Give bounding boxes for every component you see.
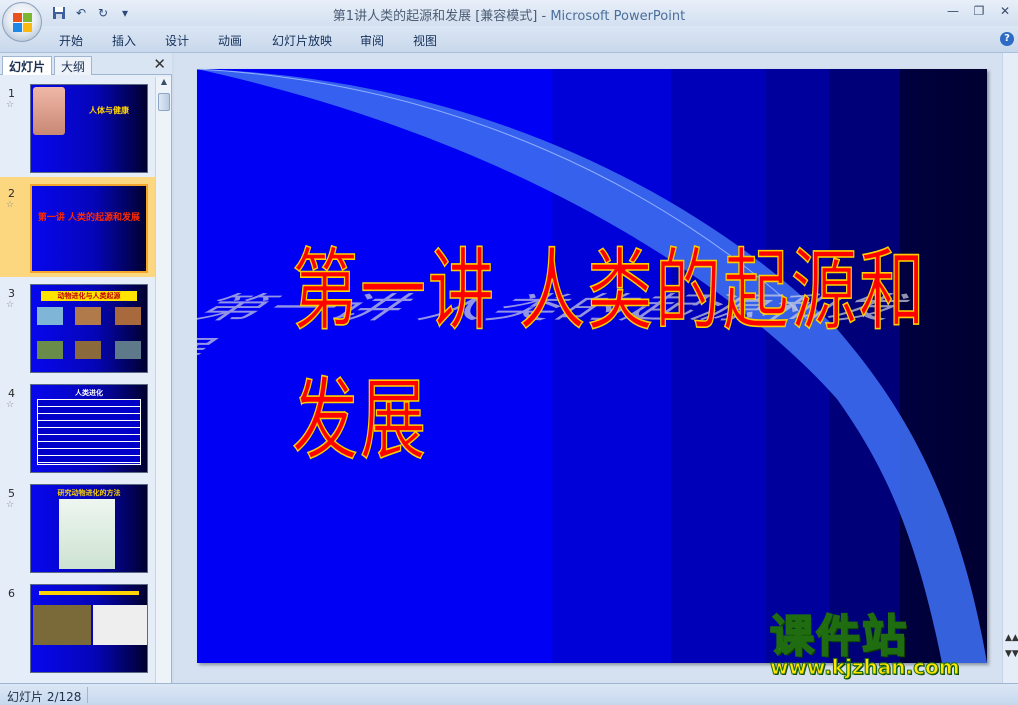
thumb-table <box>37 399 141 465</box>
animation-star-icon: ☆ <box>6 500 15 510</box>
title-separator: - <box>537 9 551 24</box>
close-window-icon[interactable]: ✕ <box>992 0 1018 22</box>
thumb-heading-bar <box>39 591 139 595</box>
panel-tabs: 幻灯片 大纲 ✕ <box>0 53 172 75</box>
tab-view[interactable]: 视图 <box>413 32 437 49</box>
thumb-image <box>33 605 91 645</box>
slide-thumbnail-list: 1 ☆ 人体与健康 2 ☆ 第一讲 人类的起源和发展 3 ☆ 动物进化与人类起源 <box>0 77 155 683</box>
title-bar: ↶ ↻ ▾ 第1讲人类的起源和发展 [兼容模式] - Microsoft Pow… <box>0 0 1018 26</box>
office-logo-icon <box>13 13 33 33</box>
window-controls: — ❐ ✕ <box>940 0 1018 22</box>
thumb-image <box>115 341 141 359</box>
slide-title[interactable]: 第一讲 人类的起源和发展 <box>291 219 987 478</box>
minimize-icon[interactable]: — <box>940 0 966 22</box>
help-icon[interactable]: ? <box>1000 32 1014 46</box>
slide-thumbnail-3[interactable]: 3 ☆ 动物进化与人类起源 <box>0 277 155 377</box>
watermark-url: www.kjzhan.com <box>770 655 961 680</box>
slide-thumbnail-6[interactable]: 6 <box>0 577 155 677</box>
restore-icon[interactable]: ❐ <box>966 0 992 22</box>
document-title: 第1讲人类的起源和发展 [兼容模式] <box>332 9 538 24</box>
status-bar: 幻灯片 2/128 <box>0 683 1018 705</box>
previous-slide-icon[interactable]: ▲▲ <box>1005 633 1018 643</box>
tab-slides[interactable]: 幻灯片 <box>2 56 53 75</box>
slide-preview: 研究动物进化的方法 <box>30 484 148 573</box>
tab-slide-show[interactable]: 幻灯片放映 <box>272 32 332 49</box>
slide-preview: 动物进化与人类起源 <box>30 284 148 373</box>
slide-thumbnail-5[interactable]: 5 ☆ 研究动物进化的方法 <box>0 477 155 577</box>
evolution-tree-image <box>59 499 115 569</box>
thumb-image <box>37 341 63 359</box>
slides-panel: 幻灯片 大纲 ✕ 1 ☆ 人体与健康 2 ☆ 第一讲 人类的起源和发展 3 ☆ … <box>0 53 172 683</box>
animation-star-icon: ☆ <box>6 200 15 210</box>
slide-preview: 第一讲 人类的起源和发展 <box>30 184 148 273</box>
tab-design[interactable]: 设计 <box>165 32 189 49</box>
tab-review[interactable]: 审阅 <box>360 32 384 49</box>
tab-animations[interactable]: 动画 <box>218 32 242 49</box>
thumb-image <box>93 605 147 645</box>
slide-number: 6 <box>8 587 15 600</box>
slide-preview: 人体与健康 <box>30 84 148 173</box>
thumb-image <box>115 307 141 325</box>
slide-number: 3 <box>8 287 15 300</box>
slide-number: 4 <box>8 387 15 400</box>
office-button[interactable] <box>2 2 42 42</box>
slide-thumbnail-2[interactable]: 2 ☆ 第一讲 人类的起源和发展 <box>0 177 155 277</box>
slide-thumb-title: 第一讲 人类的起源和发展 <box>37 213 141 223</box>
tab-insert[interactable]: 插入 <box>112 32 136 49</box>
slide-number: 2 <box>8 187 15 200</box>
animation-star-icon: ☆ <box>6 100 15 110</box>
slide-number: 1 <box>8 87 15 100</box>
ribbon-tab-bar: 开始 插入 设计 动画 幻灯片放映 审阅 视图 ? <box>0 26 1018 53</box>
thumbnail-scrollbar[interactable]: ▲ <box>155 77 171 683</box>
scrollbar-thumb[interactable] <box>158 93 170 111</box>
tab-outline[interactable]: 大纲 <box>54 56 93 75</box>
next-slide-icon[interactable]: ▼▼ <box>1005 649 1018 659</box>
slide-thumb-title: 人类进化 <box>75 389 103 397</box>
editor-scrollbar[interactable]: ▲▲ ▼▼ <box>1002 53 1018 683</box>
slide-number: 5 <box>8 487 15 500</box>
slide-editor: 第一讲 人类的起源和发展 第一讲 人类的起源和发展 <box>174 53 1018 683</box>
animation-star-icon: ☆ <box>6 400 15 410</box>
slide-position: 幻灯片 2/128 <box>7 690 82 704</box>
scroll-up-icon[interactable]: ▲ <box>156 77 172 91</box>
slide-thumb-title: 动物进化与人类起源 <box>41 291 137 301</box>
slide-preview: 人类进化 <box>30 384 148 473</box>
slide-thumbnail-1[interactable]: 1 ☆ 人体与健康 <box>0 77 155 177</box>
thumb-image <box>75 307 101 325</box>
slide-thumb-title: 人体与健康 <box>89 106 129 115</box>
thumb-image <box>37 307 63 325</box>
tab-home[interactable]: 开始 <box>59 32 83 49</box>
close-icon[interactable]: ✕ <box>153 55 166 73</box>
slide-thumb-title: 研究动物进化的方法 <box>57 489 121 497</box>
slide-thumbnail-4[interactable]: 4 ☆ 人类进化 <box>0 377 155 477</box>
thumb-image <box>75 341 101 359</box>
app-name: Microsoft PowerPoint <box>550 9 686 24</box>
window-title: 第1讲人类的起源和发展 [兼容模式] - Microsoft PowerPoin… <box>0 5 1018 24</box>
status-divider <box>87 687 88 703</box>
slide-preview <box>30 584 148 673</box>
current-slide[interactable]: 第一讲 人类的起源和发展 第一讲 人类的起源和发展 <box>197 69 987 663</box>
animation-star-icon: ☆ <box>6 300 15 310</box>
